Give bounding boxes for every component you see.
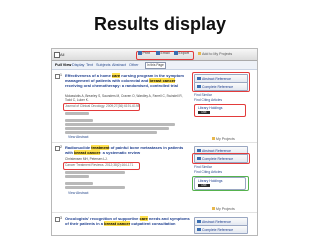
results-screenshot: All Print Email Export Add to My Project… (51, 48, 258, 236)
text-line (65, 186, 125, 189)
library-holdings-box[interactable]: Library Holdings LINK (194, 104, 246, 117)
document-icon (197, 84, 201, 88)
results-toolbar: All Print Email Export Add to My Project… (52, 49, 257, 61)
tab-full-view[interactable]: Full View (55, 63, 71, 68)
folder-icon (198, 52, 201, 55)
page-select[interactable]: In this Page (145, 62, 166, 69)
result-number: 3 (60, 216, 62, 220)
document-icon (197, 227, 201, 231)
print-icon (138, 51, 142, 55)
text-line (65, 123, 175, 126)
folder-icon (212, 137, 215, 140)
text-line (65, 175, 89, 178)
slide-title: Results display (93, 14, 227, 34)
text-line (65, 182, 93, 185)
document-icon (197, 76, 201, 80)
result-title[interactable]: Radionuclide treatment of painful bone m… (65, 145, 190, 155)
find-citing-link[interactable]: Find Citing Articles (194, 98, 222, 102)
add-to-projects-button[interactable]: Add to My Projects (198, 52, 232, 56)
find-similar-link[interactable]: Find Similar (194, 165, 212, 169)
result-source: Journal of Clinical Oncology. 2009;27(36… (65, 104, 140, 108)
complete-reference-button[interactable]: Complete Reference (194, 154, 248, 163)
tab-text[interactable]: Text (86, 63, 93, 68)
print-button[interactable]: Print (138, 51, 150, 55)
display-tabs: Full View Display Text Subjects Abstract… (52, 61, 257, 70)
result-authors: Christensen MH, Petersen LJ. (65, 157, 108, 161)
email-icon (156, 51, 160, 55)
complete-reference-button[interactable]: Complete Reference (194, 225, 248, 234)
tab-other[interactable]: Other (129, 63, 139, 68)
library-holdings-box[interactable]: Library Holdings LINK (194, 177, 246, 190)
result-number: 1 (60, 73, 62, 77)
view-abstract-link[interactable]: View Abstract (68, 191, 88, 195)
result-title[interactable]: Effectiveness of a home care nursing pro… (65, 73, 190, 88)
text-line (65, 119, 93, 122)
tab-subjects[interactable]: Subjects (96, 63, 111, 68)
result-source: Cancer Treatment Reviews. 2012;38(2):164… (65, 163, 134, 167)
export-button[interactable]: Export (174, 51, 189, 55)
text-line (65, 131, 157, 134)
my-projects-link[interactable]: My Projects (212, 137, 235, 141)
email-button[interactable]: Email (156, 51, 170, 55)
my-projects-link[interactable]: My Projects (212, 207, 235, 211)
text-line (65, 112, 89, 115)
export-icon (174, 51, 178, 55)
tab-display[interactable]: Display (72, 63, 84, 68)
document-icon (197, 148, 201, 152)
select-all-label: All (60, 52, 65, 57)
document-icon (197, 219, 201, 223)
text-line (65, 127, 169, 130)
find-similar-link[interactable]: Find Similar (194, 93, 212, 97)
document-icon (197, 156, 201, 160)
tab-abstract[interactable]: Abstract (112, 63, 126, 68)
view-abstract-link[interactable]: View Abstract (68, 135, 88, 139)
folder-icon (212, 207, 215, 210)
find-citing-link[interactable]: Find Citing Articles (194, 170, 222, 174)
result-authors: Molassiotis A, Brearley S, Saunders M, C… (65, 94, 183, 102)
result-number: 2 (60, 145, 62, 149)
result-title[interactable]: Oncologists' recognition of supportive c… (65, 216, 190, 226)
complete-reference-button[interactable]: Complete Reference (194, 82, 248, 91)
text-line (65, 171, 125, 174)
result-divider (52, 142, 257, 143)
library-link-logo: LINK (198, 183, 210, 187)
result-divider (52, 212, 257, 213)
library-link-logo: LINK (198, 110, 210, 114)
